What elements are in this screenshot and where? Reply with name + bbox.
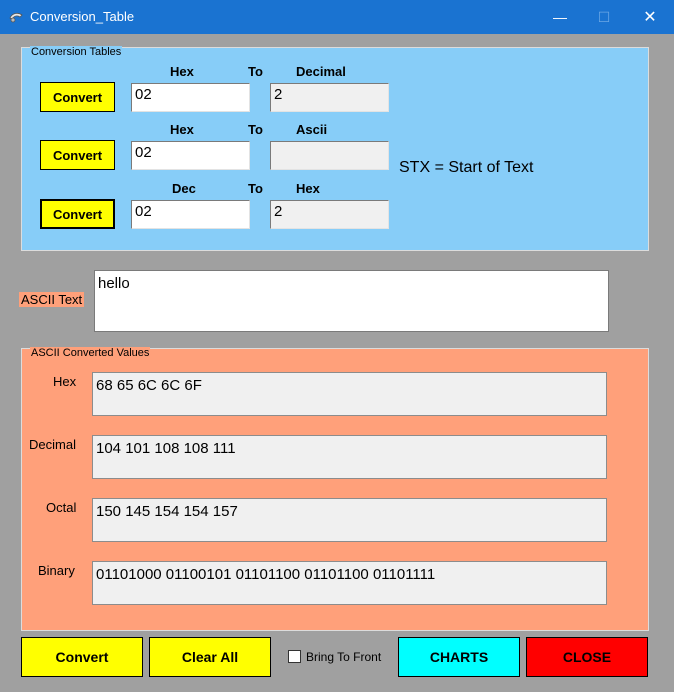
ascii-text-input[interactable]: hello xyxy=(94,270,609,332)
close-button[interactable]: CLOSE xyxy=(526,637,648,677)
hex-values-label: Hex xyxy=(53,374,77,389)
ascii-text-label: ASCII Text xyxy=(19,292,85,307)
ascii-description-text: STX = Start of Text xyxy=(399,159,534,176)
conversion-tables-group: Conversion Tables Hex To Decimal Convert… xyxy=(21,46,649,251)
octal-values-field[interactable]: 150 145 154 154 157 xyxy=(92,498,607,542)
row1-target-label: Decimal xyxy=(296,64,346,79)
decimal-values-label: Decimal xyxy=(29,437,76,452)
ascii-converted-values-group: ASCII Converted Values Hex 68 65 6C 6C 6… xyxy=(21,347,649,631)
row3-from-label: Dec xyxy=(172,181,196,196)
bring-to-front-label[interactable]: Bring To Front xyxy=(306,650,381,664)
hex-to-ascii-convert-button[interactable]: Convert xyxy=(40,140,115,170)
row1-to-label: To xyxy=(248,64,263,79)
row2-to-label: To xyxy=(248,122,263,137)
row2-from-label: Hex xyxy=(170,122,194,137)
row3-to-label: To xyxy=(248,181,263,196)
minimize-button[interactable]: — xyxy=(537,0,583,34)
row2-target-label: Ascii xyxy=(296,122,328,137)
window-title: Conversion_Table xyxy=(30,9,135,24)
hex-to-ascii-output[interactable] xyxy=(270,141,389,170)
binary-values-field[interactable]: 01101000 01100101 01101100 01101100 0110… xyxy=(92,561,607,605)
client-area: Conversion Tables Hex To Decimal Convert… xyxy=(0,34,674,692)
hex-values-field[interactable]: 68 65 6C 6C 6F xyxy=(92,372,607,416)
clear-all-button[interactable]: Clear All xyxy=(149,637,271,677)
row1-from-label: Hex xyxy=(170,64,194,79)
decimal-values-field[interactable]: 104 101 108 108 111 xyxy=(92,435,607,479)
maximize-button[interactable]: ☐ xyxy=(581,0,627,34)
row3-target-label: Hex xyxy=(296,181,320,196)
charts-button[interactable]: CHARTS xyxy=(398,637,520,677)
bring-to-front-checkbox[interactable] xyxy=(288,650,301,663)
conversion-table-window: Conversion_Table — ☐ ✕ Conversion Tables… xyxy=(0,0,674,692)
hex-to-ascii-input[interactable]: 02 xyxy=(131,141,250,170)
dec-to-hex-output[interactable]: 2 xyxy=(270,200,389,229)
hex-to-decimal-convert-button[interactable]: Convert xyxy=(40,82,115,112)
dec-to-hex-input[interactable]: 02 xyxy=(131,200,250,229)
app-icon xyxy=(9,12,23,23)
title-bar[interactable]: Conversion_Table — ☐ ✕ xyxy=(0,0,674,34)
hex-to-decimal-output[interactable]: 2 xyxy=(270,83,389,112)
conversion-tables-label: Conversion Tables xyxy=(30,46,123,58)
binary-values-label: Binary xyxy=(38,563,75,578)
convert-button[interactable]: Convert xyxy=(21,637,143,677)
ascii-converted-values-label: ASCII Converted Values xyxy=(30,347,151,359)
window-close-button[interactable]: ✕ xyxy=(627,0,673,34)
hex-to-decimal-input[interactable]: 02 xyxy=(131,83,250,112)
octal-values-label: Octal xyxy=(46,500,77,515)
dec-to-hex-convert-button[interactable]: Convert xyxy=(40,199,115,229)
